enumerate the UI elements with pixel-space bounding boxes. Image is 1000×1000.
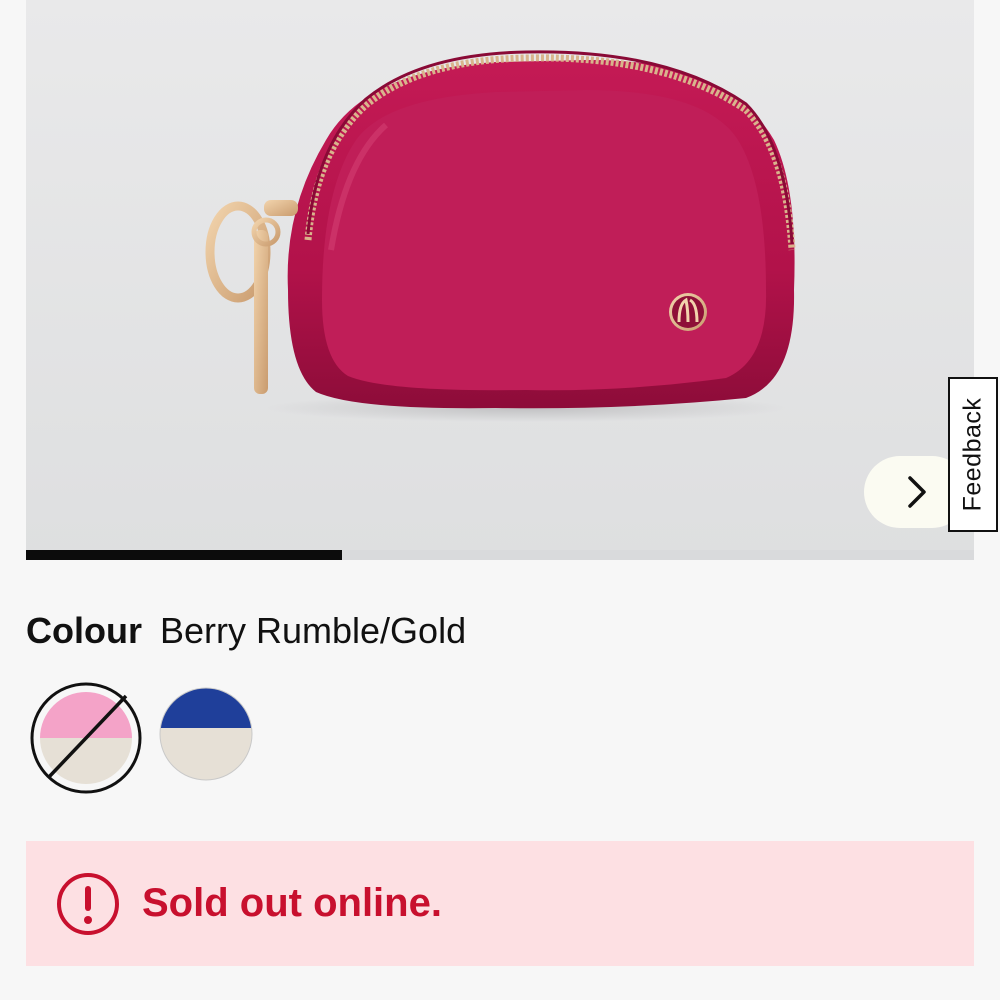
product-page: Feedback Colour Berry Rumble/Gold Sold o… <box>0 0 1000 1000</box>
chevron-right-icon <box>908 476 926 508</box>
alert-circle-icon <box>57 872 119 935</box>
colour-value: Berry Rumble/Gold <box>159 610 467 651</box>
feedback-label: Feedback <box>958 397 987 512</box>
product-image-gallery[interactable] <box>26 0 974 560</box>
colour-row: Colour Berry Rumble/Gold <box>26 610 466 652</box>
colour-label: Colour <box>26 610 142 651</box>
sold-out-message: Sold out online. <box>142 881 442 925</box>
gallery-progress-fill <box>26 550 342 560</box>
product-image <box>26 0 974 560</box>
sold-out-alert: Sold out online. <box>26 841 974 966</box>
feedback-tab[interactable]: Feedback <box>948 377 998 532</box>
gallery-progress-bar <box>26 550 974 560</box>
colour-swatch-navy[interactable] <box>158 686 254 782</box>
colour-swatch-selected[interactable] <box>26 682 146 794</box>
